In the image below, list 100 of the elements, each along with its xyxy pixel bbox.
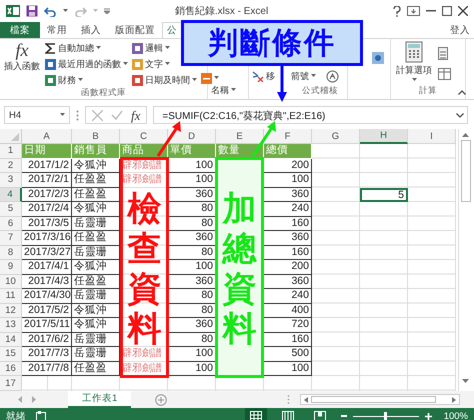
add-sheet-icon[interactable] (155, 394, 168, 406)
active-cell[interactable]: 5 (360, 188, 408, 202)
column-header[interactable]: C (120, 129, 168, 144)
table-cell: 200 (264, 260, 312, 274)
row-header[interactable]: 4 (0, 188, 22, 202)
watch-window-icon[interactable] (371, 51, 385, 65)
row-header[interactable]: 2 (0, 158, 22, 173)
normal-view-button[interactable] (244, 408, 267, 420)
fx-icon[interactable]: fx (131, 108, 140, 122)
function-menu-button[interactable]: 邏輯 (132, 41, 170, 55)
condition-callout: 判斷條件 (181, 20, 363, 66)
zoom-level[interactable]: 100% (444, 410, 468, 420)
table-cell: 2017/2/4 (22, 202, 72, 216)
caret-icon[interactable] (63, 9, 68, 13)
scroll-up-icon[interactable] (462, 133, 469, 137)
scroll-right-icon[interactable] (452, 396, 456, 402)
macro-record-icon[interactable] (36, 410, 47, 420)
ribbon-tab[interactable]: 公 (162, 22, 182, 38)
sheet-tab[interactable]: 工作表1 (68, 391, 132, 408)
row-header[interactable]: 8 (0, 246, 22, 260)
table-cell: 100 (264, 362, 312, 376)
row-header[interactable]: 12 (0, 304, 22, 318)
table-cell: 令狐沖 (72, 158, 120, 173)
grid-icon (250, 410, 262, 420)
close-icon[interactable] (458, 6, 468, 16)
name-box[interactable]: H4 (4, 106, 70, 124)
zoom-slider-thumb[interactable] (384, 412, 388, 420)
minimize-icon[interactable] (426, 10, 436, 12)
row-header[interactable]: 3 (0, 173, 22, 188)
column-header[interactable]: H (360, 129, 408, 144)
column-header[interactable]: B (72, 129, 120, 144)
table-cell: 360 (264, 231, 312, 246)
ribbon-display-icon[interactable] (407, 6, 420, 16)
maximize-icon[interactable] (442, 6, 452, 16)
row-header[interactable]: 1 (0, 144, 22, 158)
scroll-down-icon[interactable] (462, 379, 469, 383)
help-icon[interactable] (393, 6, 401, 16)
table-cell: 2017/4/1 (22, 260, 72, 274)
column-heading: 銷售員 (72, 144, 120, 158)
row-header[interactable]: 6 (0, 216, 22, 231)
function-menu-button[interactable]: 自動加總 (45, 41, 101, 55)
drag-handle-icon[interactable] (76, 110, 79, 120)
caret-icon (60, 113, 65, 117)
column-header[interactable]: E (216, 129, 264, 144)
column-header[interactable]: I (408, 129, 456, 144)
row-header[interactable]: 7 (0, 231, 22, 246)
table-cell: 200 (264, 158, 312, 173)
table-cell: 360 (168, 318, 216, 332)
scrollbar-thumb[interactable] (460, 140, 470, 202)
function-menu-button[interactable]: 最近用過的函數 (45, 57, 128, 71)
save-icon[interactable] (26, 5, 38, 17)
ribbon-tab[interactable]: 常用 (40, 22, 74, 38)
insert-function-button[interactable]: 插入函數 (3, 60, 41, 73)
undo-icon[interactable] (44, 6, 57, 16)
ribbon-tab[interactable]: 插入 (74, 22, 108, 38)
row-header[interactable]: 11 (0, 289, 22, 304)
scroll-left-icon[interactable] (304, 396, 308, 402)
row-header[interactable]: 9 (0, 260, 22, 274)
remove-arrows-button[interactable]: 移 箭號 (252, 69, 316, 83)
customize-toolbar-icon[interactable] (104, 8, 110, 14)
row-header[interactable]: 13 (0, 318, 22, 332)
formula-input[interactable]: =SUMIF(C2:C16,"葵花寶典",E2:E16) (153, 106, 468, 124)
expand-formula-icon[interactable] (456, 112, 464, 118)
row-header[interactable]: 15 (0, 347, 22, 362)
table-cell: 2017/7/3 (22, 347, 72, 362)
column-header[interactable]: G (312, 129, 360, 144)
row-header[interactable]: 16 (0, 362, 22, 376)
ribbon-tab[interactable]: 檔案 (0, 22, 40, 38)
column-header[interactable]: F (264, 129, 312, 144)
row-header[interactable]: 5 (0, 202, 22, 216)
sheet-calculator-icon[interactable] (438, 68, 451, 80)
column-heading: 總價 (264, 144, 312, 158)
table-cell: 2017/2/3 (22, 188, 72, 202)
function-category-icon (45, 58, 56, 70)
function-menu-button[interactable]: 財務 (45, 73, 83, 87)
function-menu-button[interactable]: 文字 (132, 57, 170, 71)
table-cell: 令狐沖 (72, 260, 120, 274)
zoom-in-icon[interactable] (424, 412, 432, 420)
evaluate-formula-icon[interactable] (326, 70, 339, 82)
scrollbar-thumb[interactable] (311, 396, 436, 403)
ribbon-tab[interactable]: 版面配置 (108, 22, 162, 38)
function-category-icon (45, 74, 56, 86)
function-menu-button[interactable]: 日期及時間 (132, 73, 197, 87)
calculator-icon[interactable] (438, 47, 448, 60)
split-handle-icon[interactable] (287, 395, 290, 404)
annotation-text: 查 (128, 230, 162, 268)
row-header[interactable]: 17 (0, 376, 22, 391)
collapse-ribbon-icon[interactable] (458, 90, 466, 95)
table-cell: 2017/5/2 (22, 304, 72, 318)
caret-icon (412, 78, 416, 82)
row-header[interactable]: 10 (0, 274, 22, 289)
sign-in-link[interactable]: 登入 (450, 22, 474, 38)
column-header[interactable]: A (22, 129, 72, 144)
column-header[interactable]: D (168, 129, 216, 144)
row-header[interactable]: 14 (0, 332, 22, 347)
more-functions-button[interactable] (201, 71, 219, 85)
names-button[interactable]: 名稱 (211, 83, 236, 97)
table-cell: 令狐沖 (72, 202, 120, 216)
annotation-text: 料 (128, 310, 162, 348)
calculation-options-button[interactable]: 計算選項 (394, 41, 434, 85)
